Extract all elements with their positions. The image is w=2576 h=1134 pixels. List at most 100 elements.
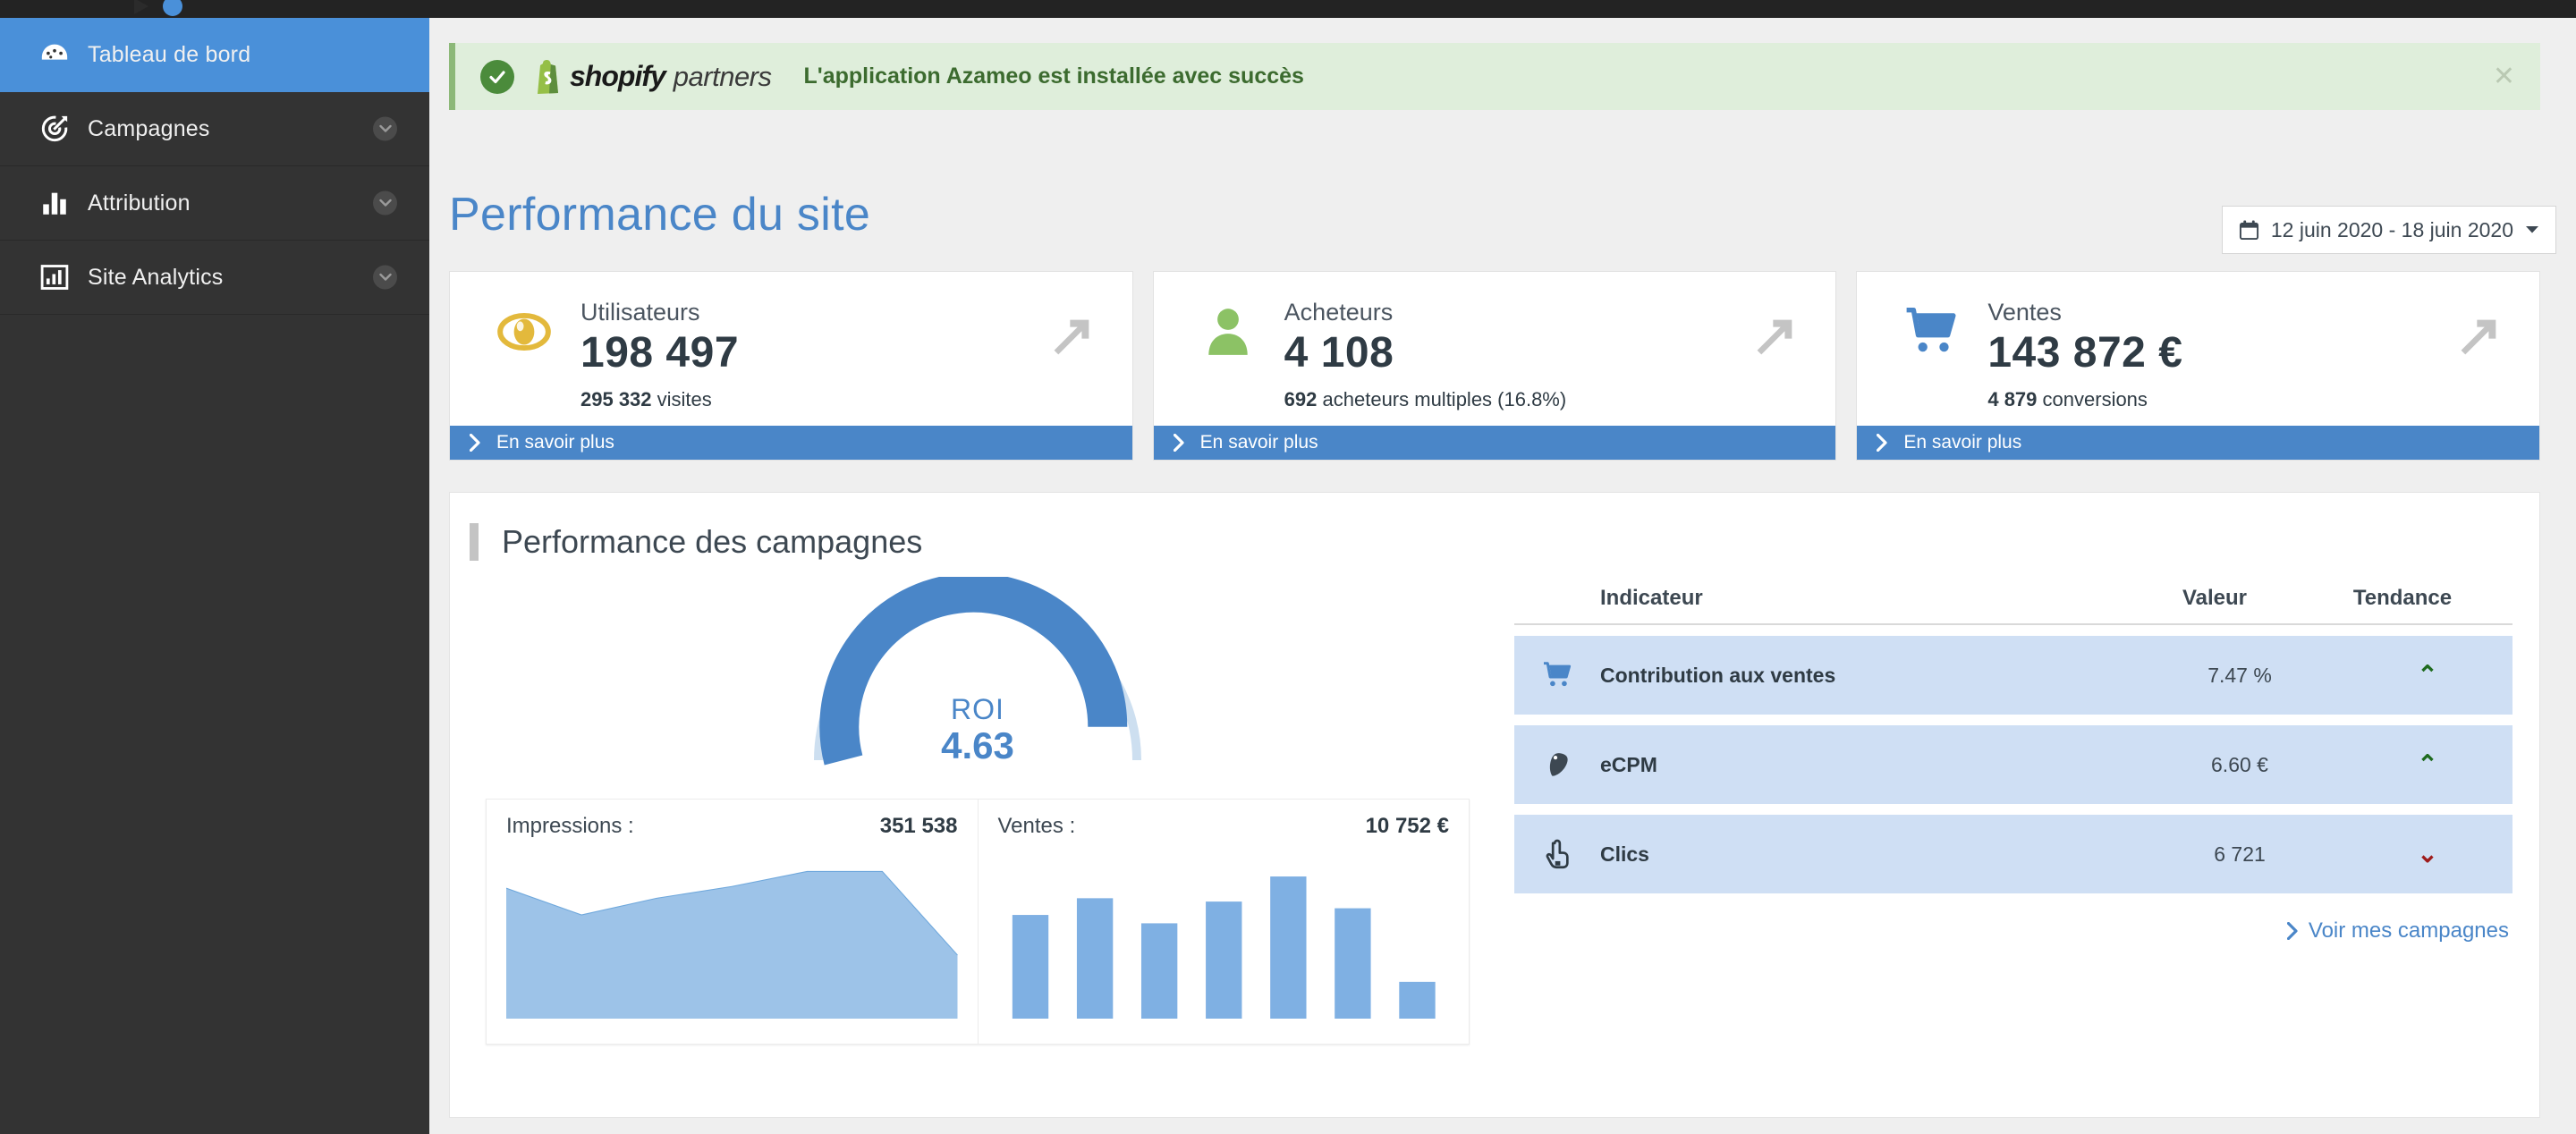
mini-charts-row: Impressions : 351 538 Ventes : 10 752 € xyxy=(486,799,1470,1045)
kpi-card-subtext: 295 332 visites xyxy=(580,388,739,411)
panel-accent-bar xyxy=(470,523,479,561)
roi-gauge-text: ROI 4.63 xyxy=(477,693,1479,767)
kpi-card-text: Ventes 143 872 € 4 879 conversions xyxy=(1987,299,2182,411)
shopify-partners-logo: shopify partners xyxy=(534,59,772,95)
kpi-card-sub-rest: conversions xyxy=(2042,388,2148,410)
kpi-card-cta[interactable]: En savoir plus xyxy=(450,426,1132,460)
indicator-name: Clics xyxy=(1600,842,1649,866)
table-row[interactable]: eCPM 6.60 € ⌃ xyxy=(1514,725,2512,804)
kpi-card-sub-strong: 4 879 xyxy=(1987,388,2038,410)
chevron-down-icon[interactable] xyxy=(373,116,397,141)
logo-triangle-icon xyxy=(134,0,148,14)
indicator-value: 6.60 € xyxy=(2211,752,2268,776)
mini-chart-label: Impressions : xyxy=(506,814,634,838)
kpi-card-sub-strong: 295 332 xyxy=(580,388,652,410)
sidebar-item-label: Tableau de bord xyxy=(88,41,251,67)
dashboard-gauge-icon xyxy=(27,39,82,70)
eye-icon xyxy=(489,299,559,360)
chevron-right-icon xyxy=(1877,434,1887,452)
sidebar-item-label: Site Analytics xyxy=(88,264,224,290)
panel-title: Performance des campagnes xyxy=(502,523,923,560)
mini-chart-plot xyxy=(998,851,1450,1019)
kpi-card-body: Utilisateurs 198 497 295 332 visites xyxy=(450,272,1132,426)
cart-icon xyxy=(1896,299,1966,360)
chevron-down-icon[interactable] xyxy=(373,265,397,290)
click-hand-icon xyxy=(1514,839,1600,869)
roi-value: 4.63 xyxy=(941,724,1014,766)
indicator-table-column: Indicateur Valeur Tendance Contribution … xyxy=(1514,577,2512,1045)
header-trend: Tendance xyxy=(2352,586,2453,610)
trend-arrow-icon xyxy=(1746,309,1796,360)
kpi-card-label: Utilisateurs xyxy=(580,299,700,326)
kpi-card-body: Acheteurs 4 108 692 acheteurs multiples (1… xyxy=(1154,272,1836,426)
kpi-card-cta-label: En savoir plus xyxy=(1903,432,2022,453)
indicator-table-header: Indicateur Valeur Tendance xyxy=(1514,586,2512,625)
cart-icon xyxy=(1514,660,1600,690)
indicator-table-body: Contribution aux ventes 7.47 % ⌃ eCPM 6.60 €… xyxy=(1514,636,2512,893)
logo-dot-icon xyxy=(163,0,182,16)
header-indicator: Indicateur xyxy=(1600,586,1703,610)
kpi-card-row: Utilisateurs 198 497 295 332 visites En sav… xyxy=(449,271,2541,461)
status-badge: ⌃ xyxy=(2343,663,2512,688)
status-badge: ⌄ xyxy=(2343,842,2512,867)
sidebar-item-site-analytics[interactable]: Site Analytics xyxy=(0,241,429,315)
roi-caption: ROI xyxy=(951,693,1004,725)
sidebar-item-attribution[interactable]: Attribution xyxy=(0,166,429,241)
campaign-performance-panel: Performance des campagnes ROI 4.63 Impre… xyxy=(449,492,2540,1118)
sidebar-item-label: Attribution xyxy=(88,190,191,216)
kpi-card-text: Utilisateurs 198 497 295 332 visites xyxy=(580,299,739,411)
kpi-card-acheteurs: Acheteurs 4 108 692 acheteurs multiples (1… xyxy=(1152,271,1837,461)
shopify-install-banner: shopify partners L'application Azameo es… xyxy=(449,43,2540,110)
partners-wordmark: partners xyxy=(673,60,772,92)
see-campaigns-link[interactable]: Voir mes campagnes xyxy=(1514,918,2512,944)
trend-down-icon: ⌄ xyxy=(2417,840,2438,867)
kpi-card-subtext: 692 acheteurs multiples (16.8%) xyxy=(1284,388,1567,411)
chevron-right-icon xyxy=(1173,434,1184,452)
close-icon[interactable]: ✕ xyxy=(2493,63,2515,90)
bar-chart-icon xyxy=(27,188,82,218)
chevron-right-icon xyxy=(2286,922,2298,940)
kpi-card-utilisateurs: Utilisateurs 198 497 295 332 visites En sav… xyxy=(449,271,1133,461)
trend-up-icon: ⌃ xyxy=(2417,750,2438,778)
target-arrow-icon xyxy=(27,114,82,144)
chevron-right-icon xyxy=(470,434,480,452)
header-value: Valeur xyxy=(2182,586,2248,610)
calendar-icon xyxy=(2239,219,2258,240)
shopify-bag-icon xyxy=(538,59,558,94)
chevron-down-icon[interactable] xyxy=(373,190,397,216)
trend-arrow-icon xyxy=(2450,309,2500,360)
page-title: Performance du site xyxy=(449,189,871,241)
indicator-name: eCPM xyxy=(1600,752,1657,776)
shopify-wordmark: shopify xyxy=(570,60,666,92)
kpi-card-cta[interactable]: En savoir plus xyxy=(1153,426,1836,460)
sidebar-item-label: Campagnes xyxy=(88,115,210,141)
sidebar-item-campagnes[interactable]: Campagnes xyxy=(0,92,429,166)
mini-chart-label: Ventes : xyxy=(997,814,1076,838)
trend-arrow-icon xyxy=(1043,309,1093,360)
panel-body: ROI 4.63 Impressions : 351 538 Ventes : 10 … xyxy=(450,561,2539,1045)
mini-chart-bar: Ventes : 10 752 € xyxy=(977,800,1470,1044)
person-icon xyxy=(1193,299,1263,360)
mini-chart-plot xyxy=(506,851,958,1019)
main-content: shopify partners L'application Azameo es… xyxy=(429,18,2576,1134)
indicator-name: Contribution aux ventes xyxy=(1600,663,1836,687)
app-logo-fragment xyxy=(134,0,191,16)
kpi-card-sub-rest: acheteurs multiples (16.8%) xyxy=(1322,388,1567,410)
kpi-card-text: Acheteurs 4 108 692 acheteurs multiples (1… xyxy=(1284,299,1567,411)
kpi-card-cta-label: En savoir plus xyxy=(1199,432,1318,453)
status-badge: ⌃ xyxy=(2343,752,2512,777)
kpi-card-subtext: 4 879 conversions xyxy=(1987,388,2182,411)
date-range-picker[interactable]: 12 juin 2020 - 18 juin 2020 xyxy=(2221,206,2556,254)
trend-up-icon: ⌃ xyxy=(2417,661,2438,689)
table-row[interactable]: Clics 6 721 ⌄ xyxy=(1514,815,2512,893)
sidebar-item-tableau-de-bord[interactable]: Tableau de bord xyxy=(0,18,429,92)
banner-message: L'application Azameo est installée avec … xyxy=(803,63,1304,89)
kpi-card-label: Acheteurs xyxy=(1284,299,1394,326)
check-circle-icon xyxy=(480,59,514,94)
kpi-card-cta[interactable]: En savoir plus xyxy=(1857,426,2540,460)
table-row[interactable]: Contribution aux ventes 7.47 % ⌃ xyxy=(1514,636,2512,715)
indicator-value: 7.47 % xyxy=(2207,663,2272,687)
kpi-card-body: Ventes 143 872 € 4 879 conversions xyxy=(1857,272,2539,426)
kpi-card-label: Ventes xyxy=(1987,299,2062,326)
see-campaigns-label: Voir mes campagnes xyxy=(2308,918,2509,943)
